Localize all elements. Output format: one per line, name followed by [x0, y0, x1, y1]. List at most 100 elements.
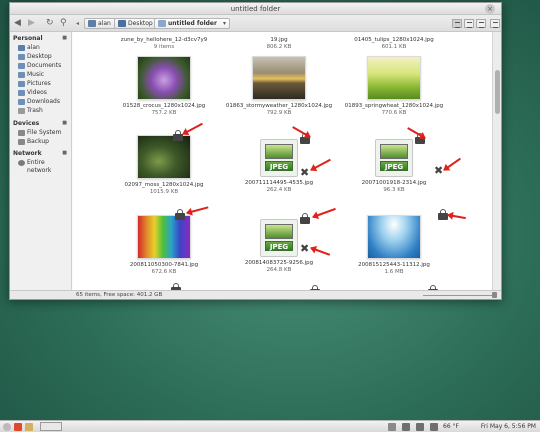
sidebar-item-music[interactable]: Music: [18, 71, 68, 79]
breadcrumb-left-icon[interactable]: ◂: [76, 18, 79, 29]
drive-icon: [18, 139, 25, 145]
breadcrumb-label: untitled folder: [168, 20, 217, 27]
weather-readout[interactable]: 66 °F: [443, 423, 459, 431]
file-grid: zune_by_hellohere_12-d3cv7y9 9 items 19.…: [73, 32, 493, 292]
annotation-arrow: [182, 122, 203, 135]
zoom-slider-knob[interactable]: [492, 292, 497, 298]
keyboard-icon[interactable]: [402, 423, 410, 431]
file-size: 770.6 KB: [381, 110, 407, 116]
file-size: 96.3 KB: [383, 187, 405, 193]
update-icon[interactable]: [388, 423, 396, 431]
window-title: untitled folder: [230, 5, 281, 13]
sidebar-item-desktop[interactable]: Desktop: [18, 53, 68, 61]
sidebar-item-home[interactable]: alan: [18, 44, 68, 52]
file-name: 01405_tulips_1280x1024.jpg: [354, 37, 434, 43]
sidebar-item-entire-network[interactable]: Entire network: [18, 159, 68, 174]
forward-icon[interactable]: ▶: [28, 18, 35, 29]
icon-view-button[interactable]: [452, 19, 462, 28]
file-manager-window: untitled folder × ◀ ▶ ↻ ⚲ ◂ alan Desktop…: [9, 2, 502, 300]
lock-icon: [175, 209, 185, 220]
collapse-icon[interactable]: ■: [62, 35, 67, 41]
desktop-icon: [18, 54, 25, 60]
reload-icon[interactable]: ↻: [46, 18, 54, 29]
clock[interactable]: Fri May 6, 5:56 PM: [481, 423, 536, 431]
search-icon[interactable]: ⚲: [60, 18, 67, 29]
jpeg-preview-graphic: [265, 144, 293, 159]
downloads-icon: [18, 99, 25, 105]
list-view-button[interactable]: [464, 19, 474, 28]
breadcrumb-current-folder[interactable]: untitled folder ▾: [154, 18, 230, 29]
close-button[interactable]: ×: [485, 4, 495, 14]
volume-icon[interactable]: [430, 423, 438, 431]
sidebar-item-label: Music: [27, 71, 45, 78]
sidebar: Personal ■ alan Desktop Documents Music …: [10, 32, 72, 292]
sidebar-section-title: Network: [13, 150, 42, 157]
file-item[interactable]: 01863_stormyweather_1280x1024.jpg 792.9 …: [220, 56, 338, 116]
sidebar-item-downloads[interactable]: Downloads: [18, 98, 68, 106]
breadcrumb-desktop[interactable]: Desktop: [114, 18, 158, 29]
trash-icon: [18, 108, 25, 114]
file-item[interactable]: 02097_moss_1280x1024.jpg 1015.9 KB: [105, 135, 223, 195]
image-thumbnail: [252, 56, 306, 100]
collapse-icon[interactable]: ■: [62, 120, 67, 126]
file-item[interactable]: 200811050300-7841.jpg 672.6 KB: [105, 215, 223, 275]
sidebar-item-backup[interactable]: Backup: [18, 138, 68, 146]
sidebar-section-title: Personal: [13, 35, 43, 42]
file-name: 01893_springwheat_1280x1024.jpg: [344, 103, 444, 109]
sidebar-item-trash[interactable]: Trash: [18, 107, 68, 115]
menu-button[interactable]: [490, 19, 500, 28]
jpeg-file-icon: JPEG: [260, 139, 298, 177]
taskbar-window-button[interactable]: [40, 422, 62, 431]
title-bar[interactable]: untitled folder ×: [10, 3, 501, 15]
jpeg-label: JPEG: [265, 161, 293, 171]
collapse-icon[interactable]: ■: [62, 150, 67, 156]
image-thumbnail: [367, 215, 421, 259]
sidebar-item-label: Downloads: [27, 98, 60, 105]
file-item[interactable]: 19.jpg 806.2 KB: [220, 34, 338, 50]
image-thumbnail: [137, 135, 191, 179]
sidebar-item-label: Trash: [27, 107, 43, 114]
compact-view-button[interactable]: [476, 19, 486, 28]
app-launcher-icon[interactable]: [14, 423, 22, 431]
zoom-slider[interactable]: [423, 295, 493, 296]
file-name: 200815125443-11312.jpg: [358, 262, 430, 268]
show-desktop-icon[interactable]: [25, 423, 33, 431]
image-thumbnail: [137, 215, 191, 259]
sidebar-item-videos[interactable]: Videos: [18, 89, 68, 97]
file-item[interactable]: zune_by_hellohere_12-d3cv7y9 9 items: [105, 34, 223, 50]
image-thumbnail: [137, 56, 191, 100]
file-item[interactable]: 200815125443-11312.jpg 1.6 MB: [335, 215, 453, 275]
breadcrumb-home[interactable]: alan: [84, 18, 116, 29]
file-item[interactable]: 01405_tulips_1280x1024.jpg 601.1 KB: [335, 34, 453, 50]
status-bar: 65 items, Free space: 401.2 GB: [10, 290, 501, 299]
sidebar-item-file-system[interactable]: File System: [18, 129, 68, 137]
power-icon[interactable]: [3, 423, 11, 431]
lock-icon: [300, 213, 310, 224]
toolbar: ◀ ▶ ↻ ⚲ ◂ alan Desktop untitled folder ▾: [10, 15, 501, 32]
file-item[interactable]: JPEG 200814083725-9256.jpg 264.8 KB: [220, 219, 338, 273]
annotation-arrow: [186, 206, 209, 214]
sidebar-item-label: Backup: [27, 138, 49, 145]
file-name: 20071001918-2314.jpg: [361, 180, 427, 186]
breadcrumb-label: Desktop: [128, 20, 153, 27]
back-icon[interactable]: ◀: [14, 18, 21, 29]
sidebar-item-pictures[interactable]: Pictures: [18, 80, 68, 88]
file-name: 200711114495-4535.jpg: [244, 180, 314, 186]
battery-icon[interactable]: [416, 423, 424, 431]
taskbar: 66 °F Fri May 6, 5:56 PM: [0, 420, 540, 432]
file-size: 264.8 KB: [266, 267, 292, 273]
image-thumbnail: [367, 56, 421, 100]
scrollbar-thumb[interactable]: [495, 70, 500, 114]
file-item[interactable]: 01893_springwheat_1280x1024.jpg 770.6 KB: [335, 56, 453, 116]
file-size: 9 items: [153, 44, 175, 50]
sidebar-item-label: Desktop: [27, 53, 52, 60]
sidebar-item-documents[interactable]: Documents: [18, 62, 68, 70]
file-item[interactable]: 01528_crocus_1280x1024.jpg 757.2 KB: [105, 56, 223, 116]
videos-icon: [18, 90, 25, 96]
sidebar-item-label: Documents: [27, 62, 62, 69]
home-icon: [18, 45, 25, 51]
chevron-down-icon: ▾: [222, 20, 226, 27]
unreadable-emblem-icon: ✖: [300, 242, 310, 255]
vertical-scrollbar[interactable]: [492, 32, 501, 292]
network-icon: [18, 160, 25, 166]
